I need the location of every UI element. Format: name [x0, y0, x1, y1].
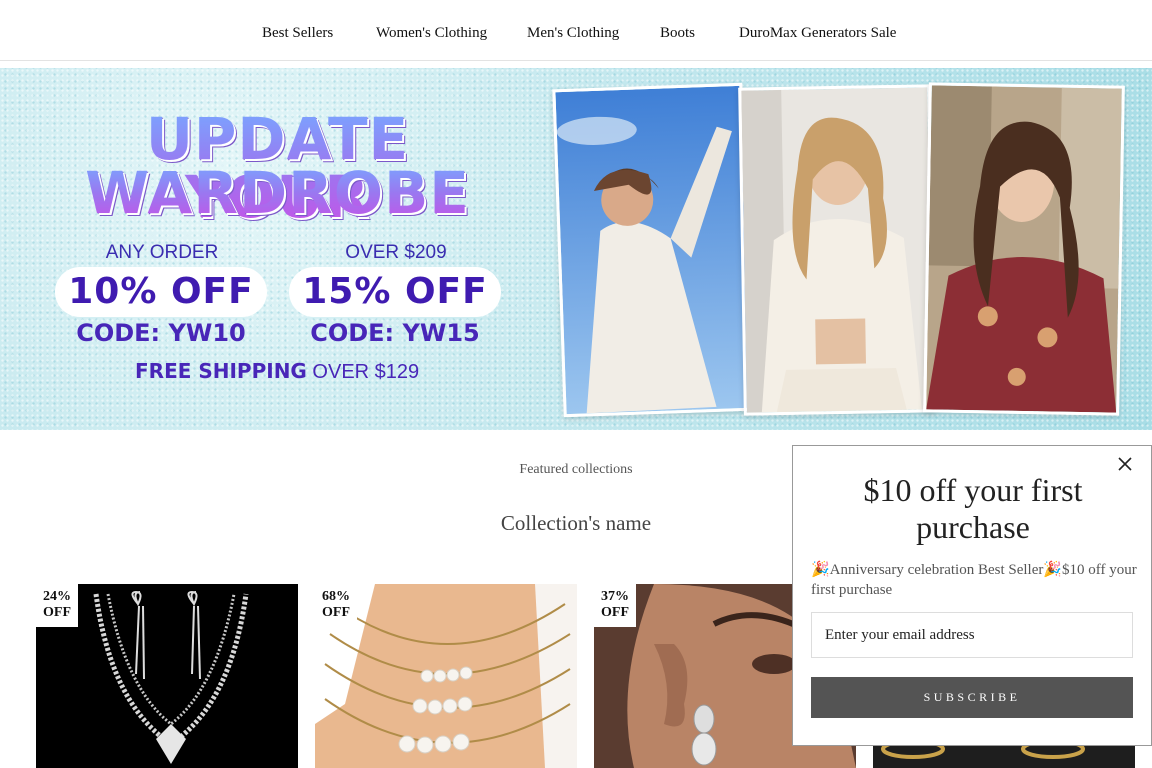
popup-description: 🎉Anniversary celebration Best Seller🎉$10…: [811, 562, 1137, 598]
model-photo-white-outfit-art: [555, 85, 751, 415]
promo-banner[interactable]: UPDATE YOUR WARDROBE ANY ORDER OVER $209…: [0, 68, 1152, 430]
free-shipping-text: FREE SHIPPING OVER $129: [135, 359, 419, 384]
discount-badge-off: OFF: [322, 605, 350, 620]
model-photo-cream-top: [738, 84, 936, 416]
offer-caption-any-order: ANY ORDER: [105, 242, 219, 263]
free-shipping-threshold: OVER $129: [312, 361, 420, 383]
nav-link-boots[interactable]: Boots: [660, 25, 695, 42]
offer-code-yw10: CODE: YW10: [76, 319, 246, 347]
discount-badge-percent: 37%: [601, 589, 629, 604]
discount-badge-off: OFF: [601, 605, 629, 620]
newsletter-popup: $10 off your first purchase 🎉Anniversary…: [792, 445, 1152, 746]
popup-title: $10 off your first purchase: [863, 472, 1083, 545]
discount-badge: 68% OFF: [315, 584, 357, 627]
subscribe-button[interactable]: SUBSCRIBE: [811, 677, 1133, 718]
nav-link-duromax-generators-sale[interactable]: DuroMax Generators Sale: [739, 25, 896, 42]
top-navigation: Best Sellers Women's Clothing Men's Clot…: [0, 0, 1152, 61]
product-card-rhinestone-necklace-set[interactable]: 24% OFF: [36, 584, 298, 768]
close-icon[interactable]: [1115, 454, 1135, 474]
model-photo-paisley-shirt: [923, 82, 1125, 416]
model-photo-white-outfit: [552, 82, 754, 418]
nav-link-best-sellers[interactable]: Best Sellers: [262, 25, 333, 42]
discount-badge-percent: 24%: [43, 589, 71, 604]
model-photo-cream-top-art: [741, 87, 933, 413]
free-shipping-label: FREE SHIPPING: [135, 359, 307, 383]
product-card-layered-pearl-necklace[interactable]: 68% OFF: [315, 584, 577, 768]
nav-link-womens-clothing[interactable]: Women's Clothing: [376, 25, 487, 42]
discount-badge-percent: 68%: [322, 589, 350, 604]
offer-15-off-pill: 15% OFF: [289, 267, 501, 317]
offer-caption-over-209: OVER $209: [345, 242, 447, 263]
nav-link-mens-clothing[interactable]: Men's Clothing: [527, 25, 619, 42]
offer-code-yw15: CODE: YW15: [310, 319, 480, 347]
discount-badge-off: OFF: [43, 605, 71, 620]
discount-badge: 37% OFF: [594, 584, 636, 627]
discount-badge: 24% OFF: [36, 584, 78, 627]
banner-headline-line2: WARDROBE: [55, 164, 500, 222]
offer-10-off-pill: 10% OFF: [55, 267, 267, 317]
model-photo-paisley-shirt-art: [926, 85, 1122, 413]
email-field[interactable]: [811, 612, 1133, 658]
